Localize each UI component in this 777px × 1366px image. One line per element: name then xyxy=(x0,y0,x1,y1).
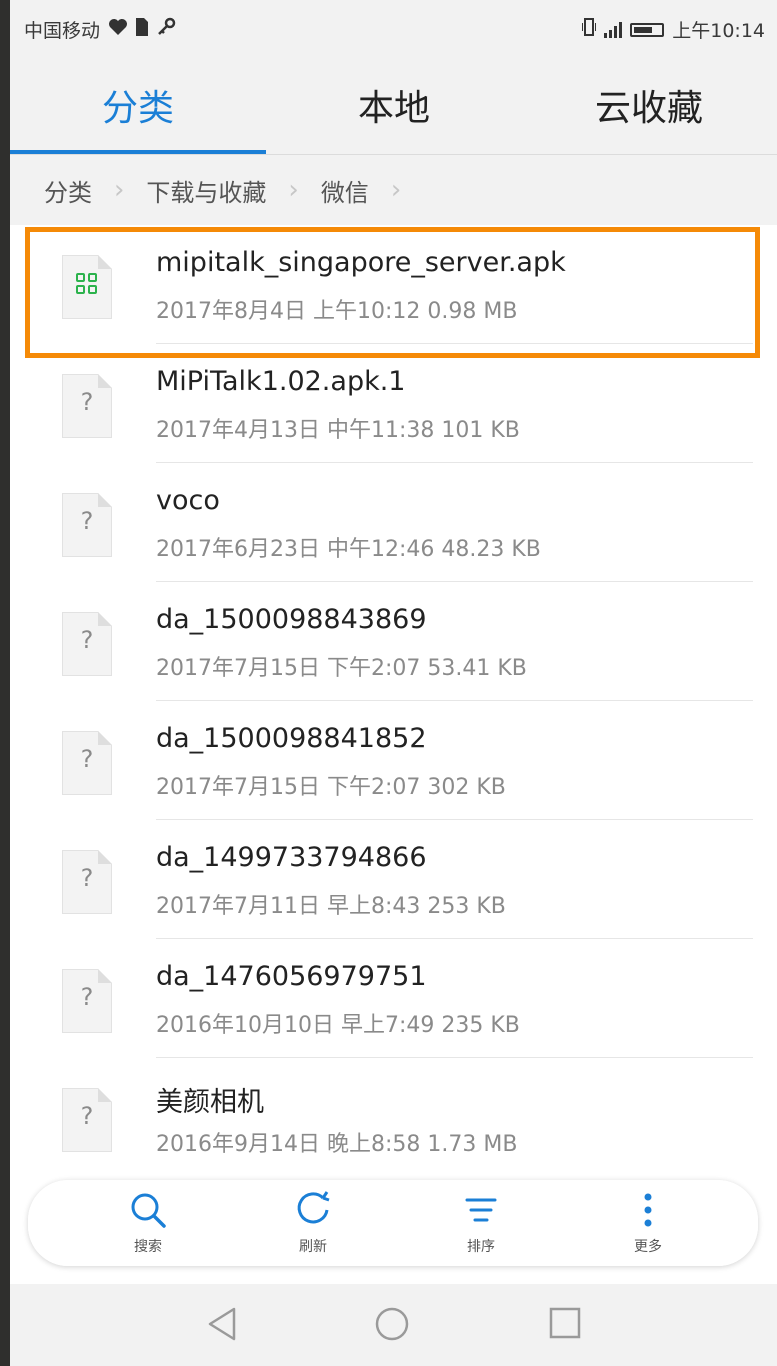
refresh-button[interactable]: 刷新 xyxy=(253,1188,373,1262)
question-mark-icon: ? xyxy=(80,626,94,654)
apk-glyph-icon xyxy=(76,273,98,295)
vibrate-icon xyxy=(581,18,598,41)
question-mark-icon: ? xyxy=(80,745,94,773)
bottom-toolbar: 搜索 刷新 排序 更多 xyxy=(28,1180,758,1266)
file-row[interactable]: ? da_1500098843869 2017年7月15日 下午2:07 53.… xyxy=(10,582,777,701)
file-meta: 2016年9月14日 晚上8:58 1.73 MB xyxy=(156,1132,518,1157)
breadcrumb-item-wechat[interactable]: 微信 xyxy=(321,173,369,208)
question-mark-icon: ? xyxy=(80,388,94,416)
file-meta: 2017年4月13日 中午11:38 101 KB xyxy=(156,418,520,443)
file-row[interactable]: ? da_1499733794866 2017年7月11日 早上8:43 253… xyxy=(10,820,777,939)
key-icon xyxy=(156,17,176,42)
sort-icon xyxy=(461,1188,501,1232)
back-button[interactable] xyxy=(206,1306,240,1346)
file-manager-screen: 中国移动 上午10:14 分类 本地 云收藏 分类 › 下载与收藏 › 微信 ›… xyxy=(10,0,777,1366)
sort-button[interactable]: 排序 xyxy=(421,1188,541,1262)
refresh-label: 刷新 xyxy=(299,1239,327,1255)
chevron-right-icon: › xyxy=(114,175,125,205)
question-mark-icon: ? xyxy=(80,507,94,535)
file-name: da_1500098843869 xyxy=(156,604,427,635)
question-mark-icon: ? xyxy=(80,1102,94,1130)
file-name: da_1499733794866 xyxy=(156,842,427,873)
file-meta: 2017年7月11日 早上8:43 253 KB xyxy=(156,894,506,919)
more-label: 更多 xyxy=(634,1239,662,1255)
file-name: 美颜相机 xyxy=(156,1087,264,1118)
tab-bar: 分类 本地 云收藏 xyxy=(10,56,777,154)
recents-button[interactable] xyxy=(548,1306,582,1344)
file-row[interactable]: ? 美颜相机 2016年9月14日 晚上8:58 1.73 MB xyxy=(10,1058,777,1177)
file-row[interactable]: mipitalk_singapore_server.apk 2017年8月4日 … xyxy=(10,225,777,344)
tab-cloud[interactable]: 云收藏 xyxy=(521,56,777,154)
search-icon xyxy=(128,1188,168,1232)
chevron-right-icon: › xyxy=(390,175,402,205)
system-navigation-bar xyxy=(10,1284,777,1366)
more-button[interactable]: 更多 xyxy=(588,1188,708,1262)
file-list: mipitalk_singapore_server.apk 2017年8月4日 … xyxy=(10,225,777,1177)
tab-local[interactable]: 本地 xyxy=(266,56,522,154)
more-icon xyxy=(628,1188,668,1232)
heart-icon xyxy=(108,18,128,41)
file-name: voco xyxy=(156,485,220,516)
file-row[interactable]: ? da_1500098841852 2017年7月15日 下午2:07 302… xyxy=(10,701,777,820)
file-name: MiPiTalk1.02.apk.1 xyxy=(156,366,406,397)
sort-label: 排序 xyxy=(467,1239,495,1255)
file-meta: 2017年6月23日 中午12:46 48.23 KB xyxy=(156,537,541,562)
question-mark-icon: ? xyxy=(80,864,94,892)
file-name: da_1476056979751 xyxy=(156,961,427,992)
question-mark-icon: ? xyxy=(80,983,94,1011)
file-row[interactable]: ? MiPiTalk1.02.apk.1 2017年4月13日 中午11:38 … xyxy=(10,344,777,463)
clock-label: 上午10:14 xyxy=(672,20,765,42)
tab-categories[interactable]: 分类 xyxy=(10,56,266,154)
breadcrumb: 分类 › 下载与收藏 › 微信 › xyxy=(10,155,777,225)
file-name: da_1500098841852 xyxy=(156,723,427,754)
file-meta: 2017年7月15日 下午2:07 53.41 KB xyxy=(156,656,527,681)
file-row[interactable]: ? voco 2017年6月23日 中午12:46 48.23 KB xyxy=(10,463,777,582)
file-meta: 2017年8月4日 上午10:12 0.98 MB xyxy=(156,299,518,324)
breadcrumb-item-downloads[interactable]: 下载与收藏 xyxy=(146,173,266,208)
file-meta: 2016年10月10日 早上7:49 235 KB xyxy=(156,1013,520,1038)
signal-icon xyxy=(604,21,623,38)
refresh-icon xyxy=(293,1188,333,1232)
file-meta: 2017年7月15日 下午2:07 302 KB xyxy=(156,775,506,800)
home-button[interactable] xyxy=(374,1306,410,1346)
search-label: 搜索 xyxy=(134,1239,162,1255)
file-row[interactable]: ? da_1476056979751 2016年10月10日 早上7:49 23… xyxy=(10,939,777,1058)
search-button[interactable]: 搜索 xyxy=(88,1188,208,1262)
file-name: mipitalk_singapore_server.apk xyxy=(156,247,566,278)
breadcrumb-item-categories[interactable]: 分类 xyxy=(44,173,92,208)
sim-card-icon xyxy=(136,18,149,41)
carrier-label: 中国移动 xyxy=(24,20,101,42)
battery-icon xyxy=(630,22,665,37)
chevron-right-icon: › xyxy=(288,175,299,205)
status-bar: 中国移动 上午10:14 xyxy=(10,0,777,56)
